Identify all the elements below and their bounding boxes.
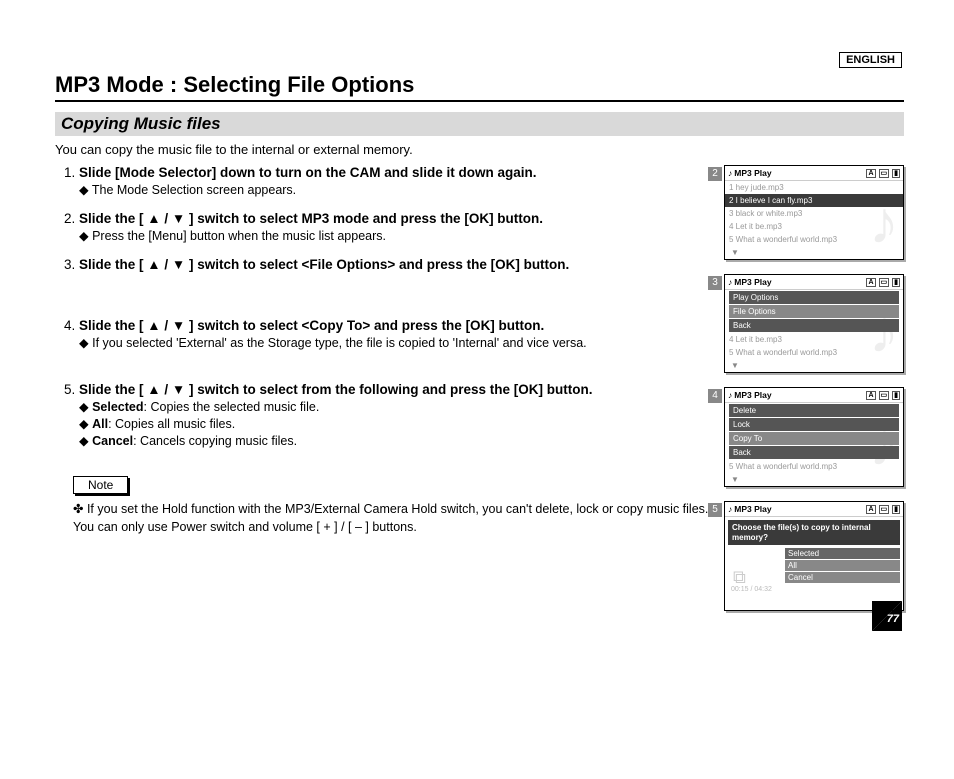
option-all: All xyxy=(785,560,900,571)
scroll-down-icon: ▼ xyxy=(725,359,903,372)
menu-item-back: Back xyxy=(729,446,899,459)
step-4-title-b: ] switch to select <Copy To> and press t… xyxy=(185,318,544,333)
copy-prompt: Choose the file(s) to copy to internal m… xyxy=(728,520,900,545)
card-icon: ▭ xyxy=(879,169,890,178)
mock-step-4: 4 ♪ MP3 Play A ▭ ▮ Delete Lock Copy To B xyxy=(724,387,904,487)
card-icon: ▭ xyxy=(879,391,890,400)
menu-item-delete: Delete xyxy=(729,404,899,417)
step-4: Slide the [ ▲ / ▼ ] switch to select <Co… xyxy=(79,318,710,350)
list-item: 4 Let it be.mp3 xyxy=(725,220,903,233)
language-label: ENGLISH xyxy=(839,52,902,68)
menu-item-play-options: Play Options xyxy=(729,291,899,304)
step-4-sub: If you selected 'External' as the Storag… xyxy=(79,335,710,350)
step-5-title: Slide the [ ▲ / ▼ ] switch to select fro… xyxy=(79,382,593,397)
mock-step-5: 5 MP3 Play A ▭ ▮ Choose the file(s) to c… xyxy=(724,501,904,611)
screenshots-column: 2 ♪ MP3 Play A ▭ ▮ 1 hey jude.mp3 2 I be… xyxy=(724,165,904,625)
battery-icon: ▮ xyxy=(892,169,900,178)
list-item: 5 What a wonderful world.mp3 xyxy=(725,346,903,359)
battery-icon: ▮ xyxy=(892,278,900,287)
intro-text: You can copy the music file to the inter… xyxy=(55,142,904,157)
option-selected: Selected xyxy=(785,548,900,559)
up-down-icon: ▲ / ▼ xyxy=(147,211,185,226)
status-icon: A xyxy=(866,169,875,178)
step-5-opt2: ◆ All: Copies all music files. xyxy=(79,416,710,431)
step-5: Slide the [ ▲ / ▼ ] switch to select fro… xyxy=(79,382,710,448)
mock-step-2: 2 ♪ MP3 Play A ▭ ▮ 1 hey jude.mp3 2 I be… xyxy=(724,165,904,260)
card-icon: ▭ xyxy=(879,505,890,514)
step-2-sub: Press the [Menu] button when the music l… xyxy=(79,228,710,243)
step-4-title: Slide the [ ▲ / ▼ ] switch to select <Co… xyxy=(79,318,544,333)
step-2: Slide the [ ▲ / ▼ ] switch to select MP3… xyxy=(79,211,710,243)
mock-header: MP3 Play xyxy=(734,390,771,400)
step-3-title: Slide the [ ▲ / ▼ ] switch to select <Fi… xyxy=(79,257,569,272)
card-icon: ▭ xyxy=(879,278,890,287)
copy-icon: ⧉ xyxy=(733,567,746,588)
up-down-icon: ▲ / ▼ xyxy=(147,257,185,272)
page-title: MP3 Mode : Selecting File Options xyxy=(55,72,904,102)
opt2-label: All xyxy=(92,417,108,431)
list-item: 5 What a wonderful world.mp3 xyxy=(725,460,903,473)
step-1-title: Slide [Mode Selector] down to turn on th… xyxy=(79,165,537,180)
list-item: 5 What a wonderful world.mp3 xyxy=(725,233,903,246)
step-5-opt1: ◆ Selected: Copies the selected music fi… xyxy=(79,399,710,414)
playback-time: 00:15 / 04:32 xyxy=(725,586,903,596)
opt1-label: Selected xyxy=(92,400,143,414)
step-2-title-b: ] switch to select MP3 mode and press th… xyxy=(185,211,543,226)
step-3-title-b: ] switch to select <File Options> and pr… xyxy=(185,257,569,272)
up-down-icon: ▲ / ▼ xyxy=(147,382,185,397)
section-header: Copying Music files xyxy=(55,112,904,136)
page-number: 77 xyxy=(887,613,899,625)
step-5-opt3: ◆ Cancel: Cancels copying music files. xyxy=(79,433,710,448)
step-5-title-a: Slide the [ xyxy=(79,382,147,397)
opt3-label: Cancel xyxy=(92,434,133,448)
menu-item-copy-to: Copy To xyxy=(729,432,899,445)
step-2-title-a: Slide the [ xyxy=(79,211,147,226)
status-icon: A xyxy=(866,278,875,287)
opt3-desc: : Cancels copying music files. xyxy=(133,434,297,448)
note-text: If you set the Hold function with the MP… xyxy=(73,500,710,536)
step-badge-4: 4 xyxy=(708,389,722,403)
step-3-title-a: Slide the [ xyxy=(79,257,147,272)
status-icon: A xyxy=(866,391,875,400)
scroll-down-icon: ▼ xyxy=(725,246,903,259)
scroll-down-icon: ▼ xyxy=(725,473,903,486)
option-cancel: Cancel xyxy=(785,572,900,583)
opt2-desc: : Copies all music files. xyxy=(108,417,235,431)
step-4-title-a: Slide the [ xyxy=(79,318,147,333)
menu-item-lock: Lock xyxy=(729,418,899,431)
up-down-icon: ▲ / ▼ xyxy=(147,318,185,333)
step-5-title-b: ] switch to select from the following an… xyxy=(185,382,592,397)
step-1: Slide [Mode Selector] down to turn on th… xyxy=(79,165,710,197)
instructions-column: Slide [Mode Selector] down to turn on th… xyxy=(55,165,724,625)
menu-item-file-options: File Options xyxy=(729,305,899,318)
list-item: 1 hey jude.mp3 xyxy=(725,181,903,194)
step-1-sub: The Mode Selection screen appears. xyxy=(79,182,710,197)
mock-header: MP3 Play xyxy=(734,168,771,178)
mock-header: MP3 Play xyxy=(734,277,771,287)
status-icon: A xyxy=(866,505,875,514)
list-item-selected: 2 I believe I can fly.mp3 xyxy=(725,194,903,207)
step-2-title: Slide the [ ▲ / ▼ ] switch to select MP3… xyxy=(79,211,543,226)
battery-icon: ▮ xyxy=(892,505,900,514)
step-badge-2: 2 xyxy=(708,167,722,181)
mock-header: MP3 Play xyxy=(734,504,771,514)
menu-item-back: Back xyxy=(729,319,899,332)
step-3: Slide the [ ▲ / ▼ ] switch to select <Fi… xyxy=(79,257,710,272)
battery-icon: ▮ xyxy=(892,391,900,400)
mock-step-3: 3 ♪ MP3 Play A ▭ ▮ Play Options File Opt… xyxy=(724,274,904,373)
list-item: 4 Let it be.mp3 xyxy=(725,333,903,346)
note-label: Note xyxy=(73,476,128,494)
list-item: 3 black or white.mp3 xyxy=(725,207,903,220)
opt1-desc: : Copies the selected music file. xyxy=(144,400,320,414)
step-badge-3: 3 xyxy=(708,276,722,290)
step-badge-5: 5 xyxy=(708,503,722,517)
page-number-badge: 77 xyxy=(872,601,902,631)
